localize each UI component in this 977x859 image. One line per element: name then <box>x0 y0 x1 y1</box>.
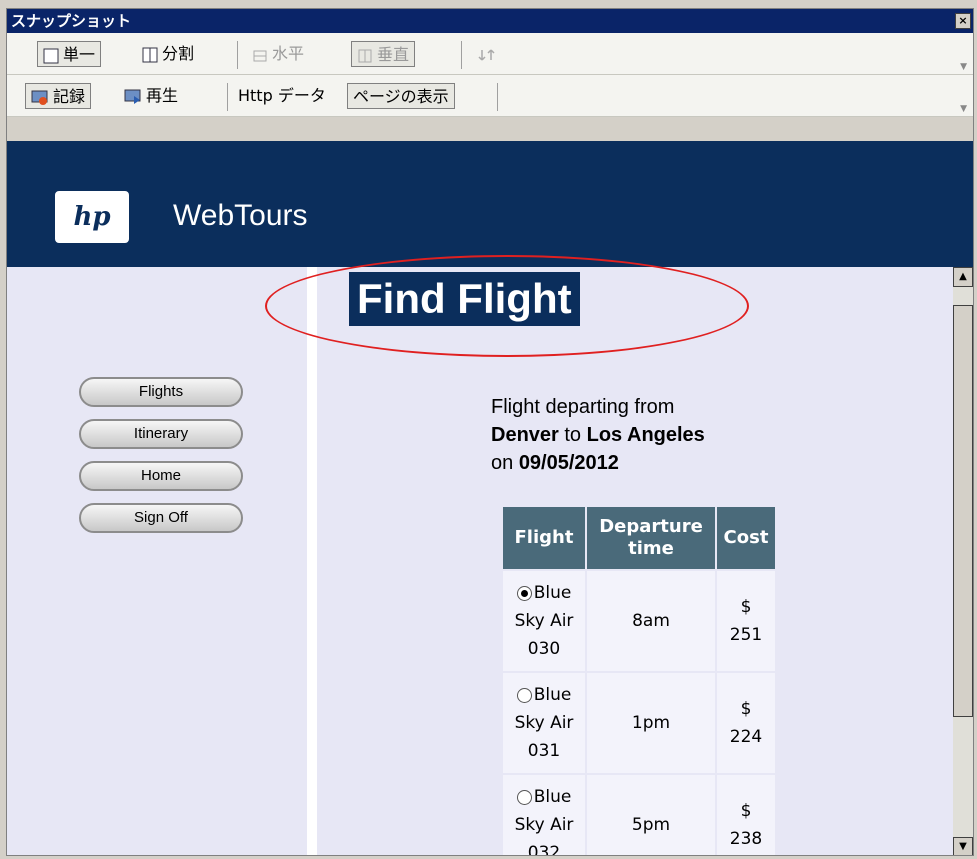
flight-name-2: Sky Air <box>514 815 574 835</box>
info-line1: Flight departing from <box>491 396 675 418</box>
flight-cell[interactable]: Blue Sky Air 030 <box>503 571 585 671</box>
header-departure: Departure time <box>587 507 715 569</box>
header-flight: Flight <box>503 507 585 569</box>
chevron-down-icon[interactable]: ▼ <box>960 104 967 114</box>
flights-table: Flight Departure time Cost Blue Sky Air 03… <box>501 505 777 856</box>
split-view-label: 分割 <box>162 44 195 63</box>
page-title: Find Flight <box>349 272 580 326</box>
vertical-button[interactable]: 垂直 <box>351 41 416 67</box>
toolbar-separator <box>227 83 228 111</box>
cost-cell: $251 <box>717 571 775 671</box>
to-city: Los Angeles <box>586 424 705 446</box>
flight-number: 031 <box>527 741 561 761</box>
left-nav: Flights Itinerary Home Sign Off <box>7 267 307 855</box>
table-header-row: Flight Departure time Cost <box>503 507 775 569</box>
split-view-button[interactable]: 分割 <box>137 41 199 67</box>
radio-icon[interactable] <box>516 789 532 805</box>
playback-icon <box>124 89 141 104</box>
page-view-tab[interactable]: ページの表示 <box>347 83 455 109</box>
record-icon <box>31 90 48 105</box>
flight-number: 030 <box>527 639 561 659</box>
time-cell: 5pm <box>587 775 715 855</box>
flight-cell[interactable]: Blue Sky Air 031 <box>503 673 585 773</box>
to-word: to <box>564 424 582 446</box>
info-line3: on 09/05/2012 <box>491 449 705 477</box>
record-label: 記録 <box>53 87 86 106</box>
horizontal-icon <box>253 50 267 61</box>
http-data-tab[interactable]: Http データ <box>233 83 331 109</box>
snapshot-page: hp WebTours Flights Itinerary Home Sign … <box>7 141 973 856</box>
flight-name-2: Sky Air <box>514 611 574 631</box>
cost-symbol: $ <box>740 597 752 617</box>
cost-symbol: $ <box>740 801 752 821</box>
cost-value: 251 <box>729 625 763 645</box>
flight-name-1: Blue <box>533 583 572 603</box>
scroll-down-icon[interactable]: ▼ <box>953 837 973 855</box>
webtours-header: hp WebTours <box>7 141 973 267</box>
departure-date: 09/05/2012 <box>518 452 619 474</box>
flight-name-1: Blue <box>533 685 572 705</box>
horizontal-button[interactable]: 水平 <box>247 41 309 67</box>
flight-name-1: Blue <box>533 787 572 807</box>
cost-value: 224 <box>729 727 763 747</box>
title-bar: スナップショット × <box>7 9 973 33</box>
record-button[interactable]: 記録 <box>25 83 92 109</box>
toolbar-separator <box>237 41 238 69</box>
table-row: Blue Sky Air 031 1pm $224 <box>503 673 775 773</box>
info-line2: Denver to Los Angeles <box>491 421 705 449</box>
snapshot-window: スナップショット × 単一 分割 水平 垂直 ▼ 記録 再生 Http データ <box>6 8 974 856</box>
vertical-scrollbar[interactable]: ▲ ▼ <box>953 267 973 855</box>
close-icon[interactable]: × <box>955 13 971 29</box>
view-toolbar: 単一 分割 水平 垂直 ▼ <box>7 33 973 75</box>
nav-itinerary-button[interactable]: Itinerary <box>79 419 243 449</box>
divider <box>307 267 317 855</box>
playback-button[interactable]: 再生 <box>119 83 183 109</box>
toolbar-separator <box>461 41 462 69</box>
main-content: Find Flight Flight departing from Denver… <box>265 255 953 856</box>
horizontal-label: 水平 <box>272 44 305 63</box>
vertical-icon <box>358 49 372 62</box>
flight-info: Flight departing from Denver to Los Ange… <box>491 393 705 477</box>
hp-logo: hp <box>55 191 129 243</box>
nav-home-button[interactable]: Home <box>79 461 243 491</box>
hp-logo-text: hp <box>73 202 111 232</box>
cost-value: 238 <box>729 829 763 849</box>
playback-label: 再生 <box>146 86 179 105</box>
header-cost: Cost <box>717 507 775 569</box>
sync-button[interactable] <box>473 41 505 67</box>
on-word: on <box>491 452 514 474</box>
time-cell: 1pm <box>587 673 715 773</box>
table-row: Blue Sky Air 032 5pm $238 <box>503 775 775 856</box>
cost-cell: $224 <box>717 673 775 773</box>
split-view-icon <box>142 47 158 62</box>
flight-number: 032 <box>527 843 561 856</box>
toolbar-separator <box>497 83 498 111</box>
nav-signoff-button[interactable]: Sign Off <box>79 503 243 533</box>
single-view-button[interactable]: 単一 <box>37 41 102 67</box>
chevron-down-icon[interactable]: ▼ <box>960 62 967 72</box>
radio-icon[interactable] <box>516 585 532 601</box>
single-view-label: 単一 <box>63 45 96 64</box>
scroll-up-icon[interactable]: ▲ <box>953 267 973 287</box>
nav-flights-button[interactable]: Flights <box>79 377 243 407</box>
flight-name-2: Sky Air <box>514 713 574 733</box>
window-title: スナップショット <box>11 12 132 30</box>
brand-name: WebTours <box>173 199 308 232</box>
time-cell: 8am <box>587 571 715 671</box>
single-view-icon <box>43 48 59 63</box>
from-city: Denver <box>491 424 559 446</box>
table-row: Blue Sky Air 030 8am $251 <box>503 571 775 671</box>
scroll-thumb[interactable] <box>953 305 973 717</box>
mode-toolbar: 記録 再生 Http データ ページの表示 ▼ <box>7 75 973 117</box>
sync-icon <box>478 48 495 61</box>
flight-cell[interactable]: Blue Sky Air 032 <box>503 775 585 856</box>
cost-cell: $238 <box>717 775 775 855</box>
cost-symbol: $ <box>740 699 752 719</box>
radio-icon[interactable] <box>516 687 532 703</box>
vertical-label: 垂直 <box>377 45 410 64</box>
